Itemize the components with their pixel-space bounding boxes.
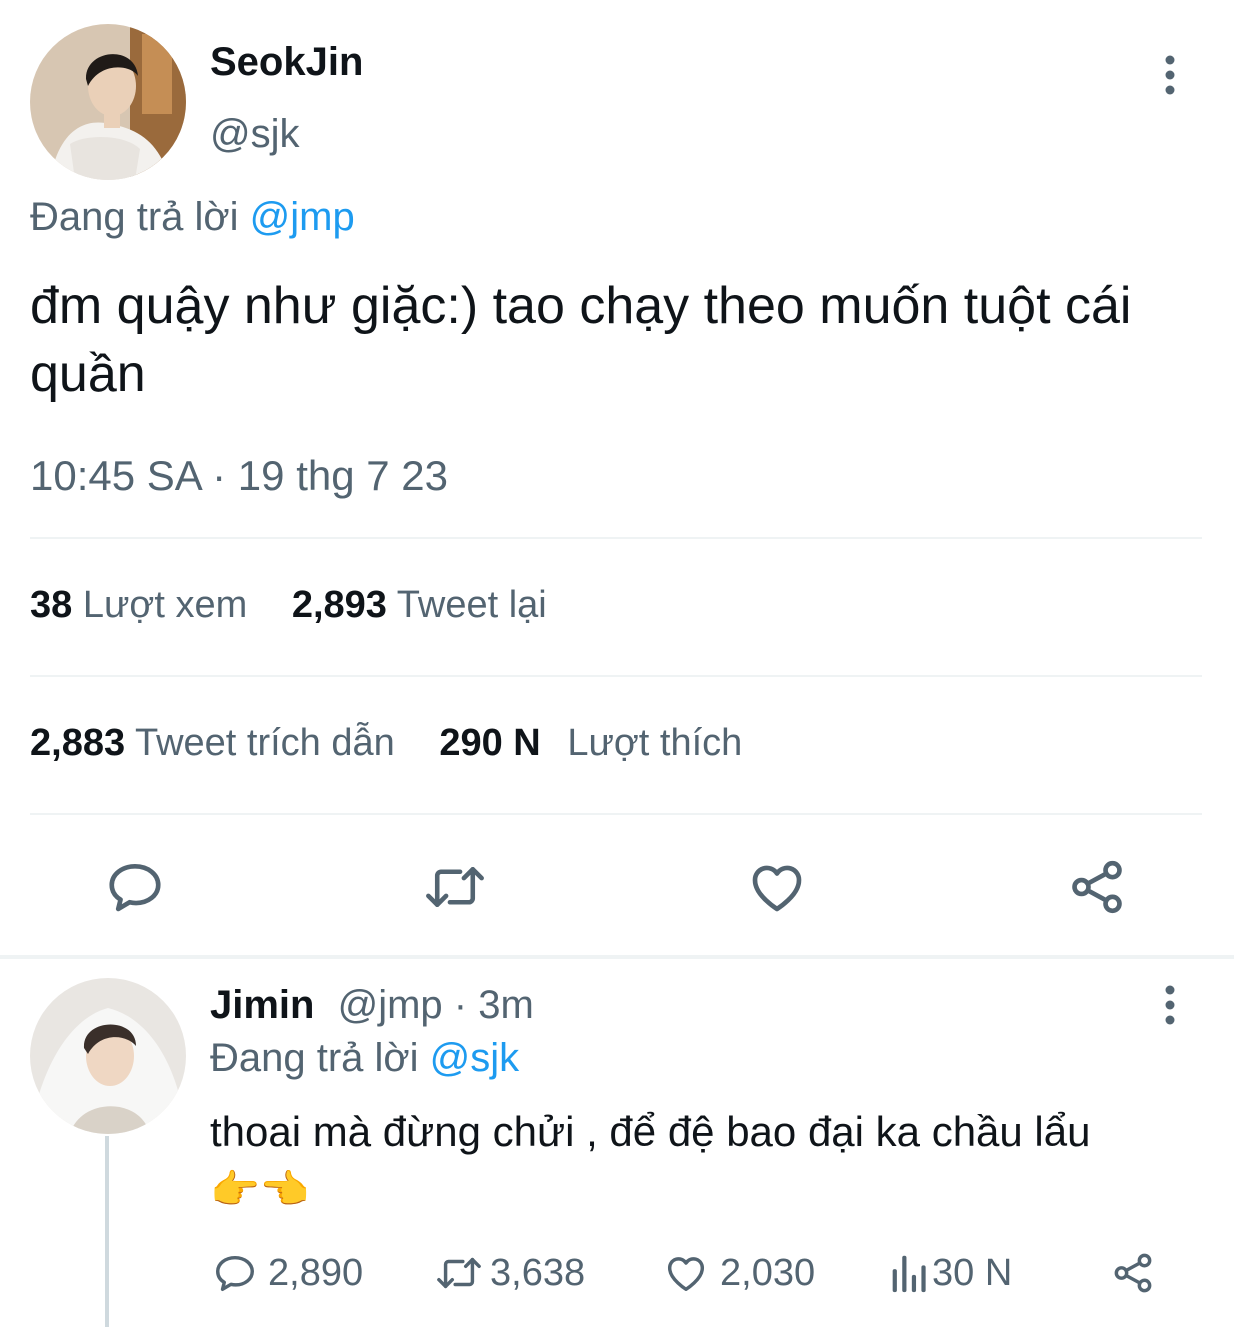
reply-icon — [216, 1255, 254, 1292]
tweet-text: đm quậy như giặc:) tao chạy theo muốn tu… — [30, 277, 1132, 403]
more-vertical-icon — [1165, 985, 1175, 1025]
reply-count: 2,890 — [268, 1251, 364, 1294]
views-count: 38 — [30, 584, 73, 626]
reply-author-handle[interactable]: @jmp — [338, 983, 443, 1027]
likes-stat[interactable]: 290 N Lượt thích — [439, 722, 742, 764]
reply-icon — [109, 864, 161, 912]
reply-retweet-button[interactable]: 3,638 — [434, 1250, 585, 1296]
reply-author-avatar[interactable] — [30, 978, 186, 1134]
views-count: 30 N — [932, 1251, 1013, 1294]
tweet-timestamp[interactable]: 10:45 SA · 19 thg 7 23 — [30, 452, 448, 500]
retweet-button[interactable] — [422, 856, 488, 918]
reply-header: Jimin @jmp · 3m — [210, 983, 534, 1028]
replying-to-handle[interactable]: @sjk — [430, 1036, 520, 1080]
quotes-label: Tweet trích dẫn — [134, 722, 395, 764]
author-handle[interactable]: @sjk — [210, 112, 300, 157]
reply-actions: 2,890 3,638 2,030 30 N — [212, 1250, 1172, 1296]
more-vertical-icon — [1165, 55, 1175, 95]
replying-to-handle[interactable]: @jmp — [250, 195, 355, 239]
like-button[interactable] — [746, 856, 808, 918]
share-button[interactable] — [1066, 856, 1128, 918]
like-count: 2,030 — [720, 1251, 816, 1294]
divider — [30, 675, 1202, 677]
replying-to: Đang trả lời @jmp — [30, 195, 355, 240]
reply-button[interactable] — [104, 856, 166, 918]
reply-like-button[interactable]: 2,030 — [662, 1250, 815, 1296]
retweet-count: 3,638 — [490, 1251, 586, 1294]
replying-prefix: Đang trả lời — [30, 195, 239, 239]
author-avatar[interactable] — [30, 24, 186, 180]
retweet-icon — [437, 1257, 481, 1289]
share-icon — [1114, 1253, 1152, 1293]
section-divider — [0, 955, 1234, 959]
divider — [30, 537, 1202, 539]
reply-text: thoai mà đừng chửi , để đệ bao đại ka ch… — [210, 1104, 1200, 1220]
retweet-icon — [426, 866, 484, 908]
author-name[interactable]: SeokJin — [210, 40, 363, 85]
more-options-button[interactable] — [1152, 52, 1188, 100]
share-icon — [1072, 860, 1122, 914]
retweets-stat[interactable]: 2,893 Tweet lại — [292, 584, 547, 626]
views-stat[interactable]: 38 Lượt xem — [30, 584, 258, 626]
stats-row-1: 38 Lượt xem 2,893 Tweet lại — [30, 584, 547, 627]
reply-views-button[interactable]: 30 N — [888, 1250, 1012, 1296]
reply-more-options-button[interactable] — [1152, 982, 1188, 1030]
reply-replying-to: Đang trả lời @sjk — [210, 1036, 519, 1081]
like-icon — [752, 865, 802, 912]
thread-line — [105, 1136, 109, 1327]
pointing-fingers-emoji: 👉👈 — [210, 1168, 310, 1212]
quotes-count: 2,883 — [30, 722, 126, 764]
likes-count: 290 N — [439, 722, 541, 764]
views-chart-icon — [892, 1255, 926, 1293]
reply-time[interactable]: · 3m — [454, 983, 534, 1027]
likes-label: Lượt thích — [567, 722, 743, 764]
views-label: Lượt xem — [82, 584, 248, 626]
retweets-label: Tweet lại — [396, 584, 547, 626]
like-icon — [667, 1257, 705, 1292]
stats-row-2: 2,883 Tweet trích dẫn 290 N Lượt thích — [30, 722, 742, 765]
reply-text-body: thoai mà đừng chửi , để đệ bao đại ka ch… — [210, 1108, 1091, 1155]
retweets-count: 2,893 — [291, 584, 387, 626]
divider — [30, 813, 1202, 815]
replying-prefix: Đang trả lời — [210, 1036, 419, 1080]
reply-share-button[interactable] — [1110, 1250, 1156, 1301]
quotes-stat[interactable]: 2,883 Tweet trích dẫn — [30, 722, 405, 764]
reply-reply-button[interactable]: 2,890 — [212, 1250, 363, 1296]
reply-author-name[interactable]: Jimin — [210, 983, 314, 1027]
